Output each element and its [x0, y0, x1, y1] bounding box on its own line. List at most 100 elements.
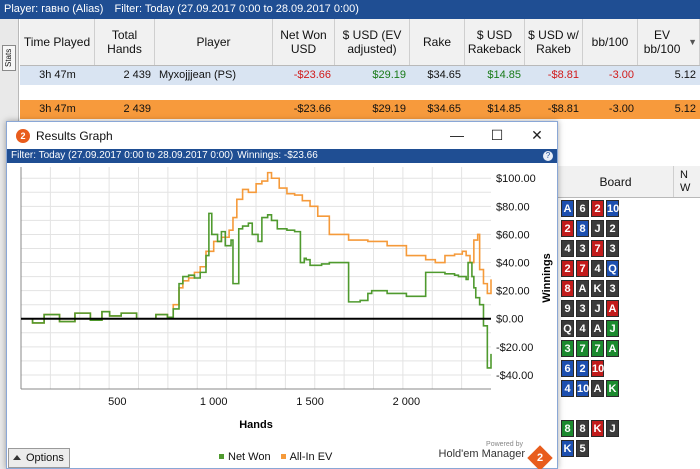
- card: J: [606, 419, 619, 437]
- cell-ev-bb100: 5.12: [674, 69, 696, 81]
- board-row[interactable]: K5: [558, 438, 700, 458]
- cell-player: Myxojjjean (PS): [159, 69, 237, 81]
- card: 3: [606, 279, 619, 297]
- col-player[interactable]: Player: [155, 19, 273, 65]
- card: 10: [591, 359, 604, 377]
- stats-table-header: Time Played Total Hands Player Net Won U…: [20, 19, 700, 66]
- y-tick-label: -$40.00: [496, 370, 533, 382]
- board-row[interactable]: 28J2: [558, 218, 700, 238]
- col-net-won[interactable]: Net Won USD: [273, 19, 335, 65]
- window-titlebar[interactable]: 2 Results Graph — ☐ ✕: [7, 122, 557, 149]
- board-row[interactable]: 377A: [558, 338, 700, 358]
- total-net: -$23.66: [293, 103, 331, 115]
- graph-filter-label: Filter: Today (27.09.2017 0:00 to 28.09.…: [11, 150, 234, 161]
- card: 7: [576, 339, 589, 357]
- legend-label-all-in-ev: All-In EV: [289, 451, 333, 463]
- totals-row: 3h 47m 2 439 -$23.66 $29.19 $34.65 $14.8…: [20, 100, 700, 119]
- cell-with-rakeback: -$8.81: [547, 69, 579, 81]
- card: 8: [561, 279, 574, 297]
- x-tick-label: 1 500: [296, 396, 324, 408]
- legend-swatch-all-in-ev: [280, 454, 286, 459]
- card: A: [606, 299, 619, 317]
- col-time-played[interactable]: Time Played: [20, 19, 95, 65]
- card: 2: [576, 359, 589, 377]
- card: K: [591, 419, 604, 437]
- minimize-button[interactable]: —: [437, 127, 477, 144]
- card: 8: [576, 419, 589, 437]
- cell-ev: $29.19: [372, 69, 406, 81]
- card: 4: [576, 319, 589, 337]
- board-row[interactable]: 6 2 10: [558, 358, 700, 378]
- total-rakeback: $14.85: [487, 103, 521, 115]
- app-icon: 2: [16, 128, 30, 143]
- col-next[interactable]: N W: [674, 166, 700, 197]
- triangle-up-icon: [13, 455, 21, 460]
- total-bb100: -3.00: [608, 103, 634, 115]
- board-row[interactable]: 88KJ: [558, 418, 700, 438]
- card: 4: [591, 259, 604, 277]
- total-ev: $29.19: [372, 103, 406, 115]
- total-ev-bb100: 5.12: [674, 103, 696, 115]
- results-graph-window: 2 Results Graph — ☐ ✕ Filter: Today (27.…: [6, 121, 558, 469]
- board-row[interactable]: [558, 398, 700, 418]
- x-tick-label: 1 000: [200, 396, 228, 408]
- board-row[interactable]: 274Q: [558, 258, 700, 278]
- card: J: [591, 219, 604, 237]
- card: 4: [561, 239, 574, 257]
- graph-filter-bar: Filter: Today (27.09.2017 0:00 to 28.09.…: [7, 149, 557, 163]
- card: A: [576, 279, 589, 297]
- stats-tab-label[interactable]: Stats: [2, 45, 16, 71]
- close-button[interactable]: ✕: [517, 127, 557, 144]
- cell-bb100: -3.00: [608, 69, 634, 81]
- card: J: [606, 319, 619, 337]
- cell-rake: $34.65: [427, 69, 461, 81]
- maximize-button[interactable]: ☐: [477, 127, 517, 144]
- total-player: [155, 100, 273, 119]
- col-board[interactable]: Board: [558, 166, 674, 197]
- board-panel-header: Board N W: [558, 166, 700, 198]
- chart-legend: Net Won All-In EV: [219, 451, 332, 463]
- hem-logo-icon: 2: [527, 445, 553, 469]
- col-rakeback[interactable]: $ USD Rakeback: [465, 19, 525, 65]
- board-row[interactable]: 8AK3: [558, 278, 700, 298]
- table-row[interactable]: 3h 47m 2 439 Myxojjjean (PS) -$23.66 $29…: [20, 66, 700, 85]
- powered-by: Powered by Hold'em Manager 2: [439, 441, 553, 469]
- col-with-rakeback[interactable]: $ USD w/ Rakeb: [525, 19, 583, 65]
- y-tick-label: $80.00: [496, 201, 530, 213]
- board-row[interactable]: 4 10 A K: [558, 378, 700, 398]
- top-filter-bar: Player: гавно (Alias) Filter: Today (27.…: [0, 0, 700, 19]
- board-row[interactable]: 93JA: [558, 298, 700, 318]
- filter-label: Filter: Today (27.09.2017 0:00 to 28.09.…: [114, 3, 359, 15]
- col-ev-bb100[interactable]: EV bb/100 ▼: [638, 19, 700, 65]
- options-button[interactable]: Options: [8, 448, 70, 468]
- card: J: [591, 299, 604, 317]
- col-bb100[interactable]: bb/100: [583, 19, 638, 65]
- card: 7: [591, 339, 604, 357]
- col-rake[interactable]: Rake: [410, 19, 465, 65]
- card: 8: [576, 219, 589, 237]
- card: 10: [606, 199, 619, 217]
- y-tick-label: -$20.00: [496, 342, 533, 354]
- cell-time: 3h 47m: [39, 69, 76, 81]
- y-tick-label: $40.00: [496, 258, 530, 270]
- x-tick-label: 2 000: [393, 396, 421, 408]
- total-time: 3h 47m: [39, 103, 76, 115]
- col-total-hands[interactable]: Total Hands: [95, 19, 155, 65]
- board-row[interactable]: 4373: [558, 238, 700, 258]
- card: 2: [606, 219, 619, 237]
- col-ev-bb100-label: EV bb/100: [643, 28, 681, 56]
- col-ev-adjusted[interactable]: $ USD (EV adjusted): [335, 19, 410, 65]
- board-rows: A 6 2 10 2 8 J 2 4 3 7 3 2 7 4 Q 8 A K 3 9 3 J A Q 4 A J 3 7 7 A 6 2 10 4 10…: [558, 198, 700, 458]
- card: A: [591, 379, 604, 397]
- y-axis-title: Winnings: [541, 253, 553, 302]
- help-icon[interactable]: ?: [543, 151, 553, 161]
- options-label: Options: [26, 452, 64, 464]
- y-tick-label: $0.00: [496, 314, 524, 326]
- board-row[interactable]: Q4AJ: [558, 318, 700, 338]
- card: A: [606, 339, 619, 357]
- window-title: Results Graph: [36, 128, 113, 143]
- sort-caret-icon: ▼: [688, 37, 697, 47]
- board-row[interactable]: A 6 2 10: [558, 198, 700, 218]
- card: 7: [576, 259, 589, 277]
- total-rake: $34.65: [427, 103, 461, 115]
